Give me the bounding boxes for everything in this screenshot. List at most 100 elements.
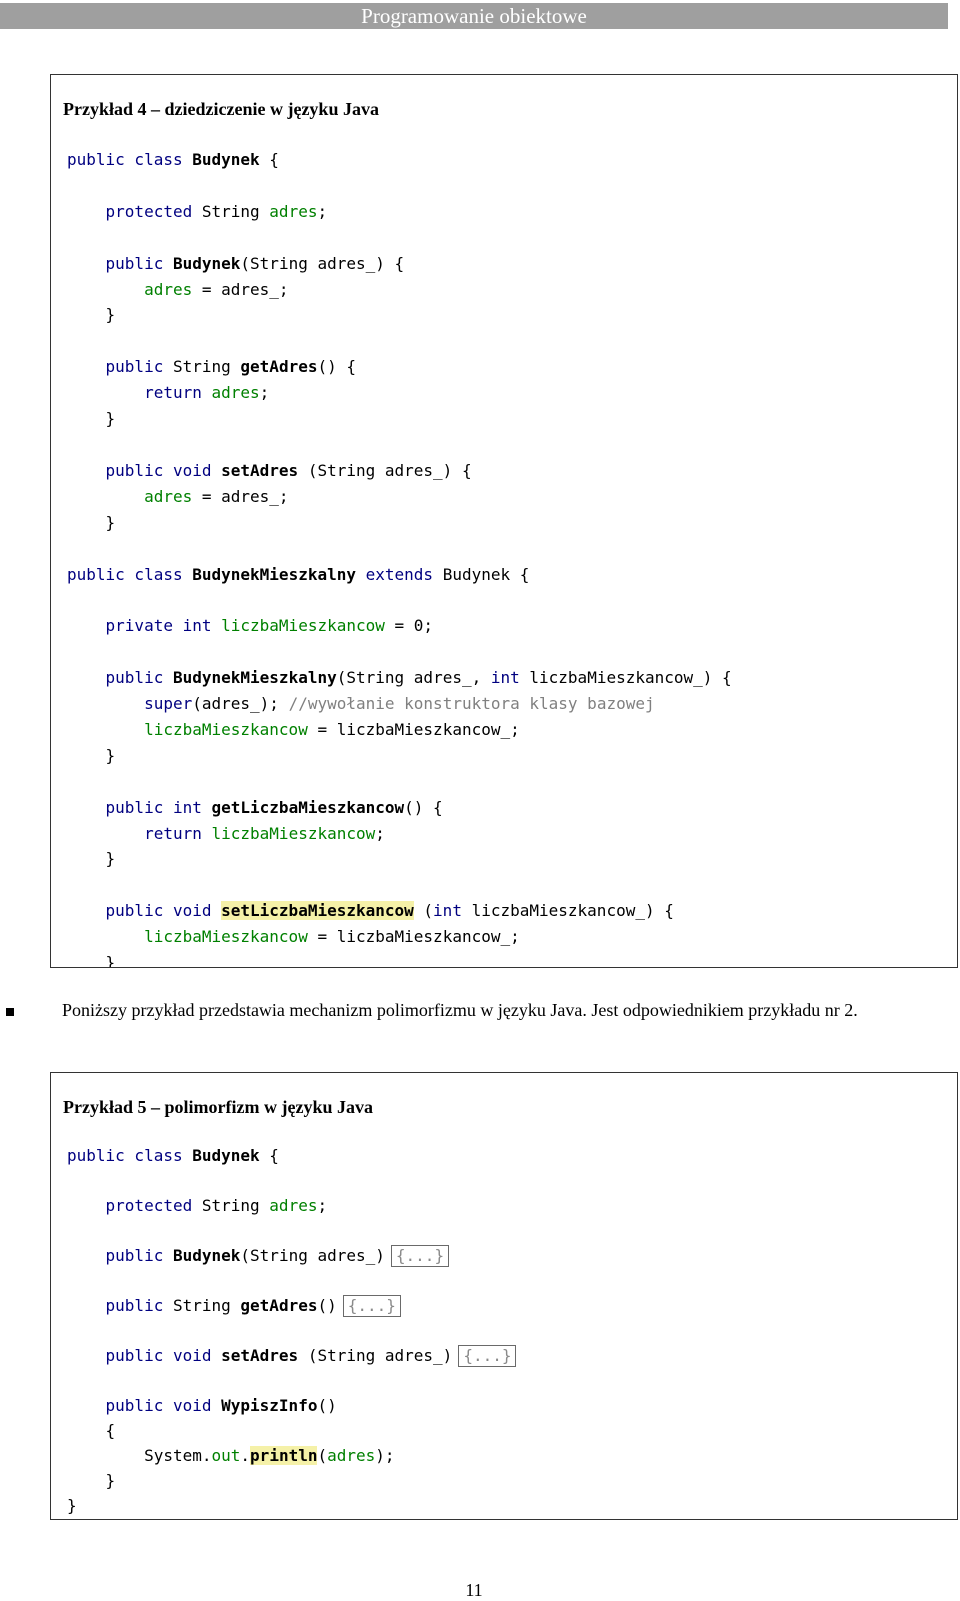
- code-token: public class: [67, 564, 193, 584]
- code-line: }: [67, 1468, 516, 1493]
- code-line: public Budynek(String adres_) {: [67, 251, 732, 277]
- code-token: (String adres_): [240, 1246, 385, 1265]
- code-token: private int: [67, 616, 222, 636]
- code-line: private int liczbaMieszkancow = 0;: [67, 613, 732, 639]
- code-token: extends: [356, 564, 443, 584]
- code-line: return liczbaMieszkancow;: [67, 821, 732, 847]
- code-token: setLiczbaMieszkancow: [221, 901, 414, 921]
- code-token: ;: [259, 383, 270, 403]
- bullet-icon: [6, 1008, 14, 1016]
- code-token: }: [67, 305, 116, 325]
- code-token: {: [67, 1421, 116, 1440]
- code-token: (adres_);: [192, 694, 289, 714]
- code-token: = liczbaMieszkancow_;: [307, 719, 520, 739]
- code-token: .: [240, 1446, 251, 1465]
- code-token: Budynek: [172, 253, 241, 273]
- code-line: }: [67, 743, 732, 769]
- code-token: }: [67, 1496, 77, 1515]
- code-line: public String getAdres() {: [67, 354, 732, 380]
- header-title: Programowanie obiektowe: [361, 4, 587, 28]
- code-token: adres: [67, 486, 193, 506]
- code-token: public void: [67, 1396, 222, 1415]
- code-token: WypiszInfo: [221, 1396, 318, 1415]
- code-line: public void WypiszInfo(): [67, 1393, 516, 1418]
- code-token: public int: [67, 797, 212, 817]
- code-token: public void: [67, 460, 222, 480]
- collapsed-block: {...}: [342, 1295, 401, 1317]
- code-token: adres: [269, 201, 318, 221]
- code-token: (String adres_): [298, 1346, 453, 1365]
- code-line: adres = adres_;: [67, 277, 732, 303]
- code-token: ;: [375, 823, 385, 843]
- code-token: setAdres: [221, 460, 299, 480]
- code-token: //wywołanie konstruktora klasy bazowej: [288, 694, 655, 714]
- collapsed-block: {...}: [458, 1345, 517, 1367]
- code-token: (String adres_,: [336, 668, 491, 688]
- code-token: return: [67, 823, 212, 843]
- code-token: protected: [67, 1196, 202, 1215]
- code-token: (String adres_) {: [240, 253, 405, 273]
- code-token: Budynek: [172, 1246, 241, 1265]
- code-token: = adres_;: [192, 279, 289, 299]
- code-token: public class: [67, 1146, 193, 1165]
- code-token: ;: [317, 1196, 328, 1215]
- code-line: public void setLiczbaMieszkancow (int li…: [67, 898, 732, 924]
- code-token: }: [67, 849, 116, 869]
- code-token: (: [413, 901, 434, 921]
- code-line: }: [67, 950, 732, 967]
- code-token: setAdres: [221, 1346, 299, 1365]
- code-token: getLiczbaMieszkancow: [211, 797, 405, 817]
- code-line: }: [67, 406, 732, 432]
- code-line: protected String adres;: [67, 199, 732, 225]
- code-token: }: [67, 409, 116, 429]
- code-token: getAdres: [240, 357, 318, 377]
- page-number: 11: [465, 1580, 483, 1600]
- code-token: public void: [67, 1346, 222, 1365]
- code-line: }: [67, 1493, 516, 1518]
- code-line: {: [67, 1418, 516, 1443]
- code-line: }: [67, 510, 732, 536]
- code-token: protected: [67, 201, 202, 221]
- code-token: liczbaMieszkancow_) {: [471, 901, 674, 921]
- paragraph: Poniższy przykład przedstawia mechanizm …: [0, 1000, 960, 1030]
- code-token: getAdres: [240, 1296, 318, 1315]
- code-token: }: [67, 1471, 116, 1490]
- example-4-code: public class Budynek { protected String …: [67, 147, 732, 967]
- code-token: (: [317, 1446, 328, 1465]
- code-token: String: [201, 201, 270, 221]
- code-token: adres: [67, 279, 193, 299]
- code-token: = 0;: [384, 616, 434, 636]
- code-token: adres: [327, 1446, 376, 1465]
- code-token: liczbaMieszkancow: [67, 719, 308, 739]
- code-token: BudynekMieszkalny: [172, 668, 337, 688]
- code-line: public String getAdres() {...}: [67, 1293, 516, 1318]
- code-line: public Budynek(String adres_) {...}: [67, 1243, 516, 1268]
- code-token: adres: [269, 1196, 318, 1215]
- code-token: {: [259, 150, 279, 169]
- code-token: Budynek {: [442, 564, 530, 584]
- code-token: (): [317, 1296, 337, 1315]
- code-token: String: [172, 357, 241, 377]
- code-token: liczbaMieszkancow: [67, 927, 308, 947]
- code-line: public void setAdres (String adres_) {...…: [67, 1343, 517, 1368]
- code-token: = adres_;: [192, 486, 289, 506]
- code-token: super: [67, 694, 193, 714]
- example-4-title: Przykład 4 – dziedziczenie w języku Java: [63, 99, 379, 119]
- code-line: liczbaMieszkancow = liczbaMieszkancow_;: [67, 717, 732, 743]
- code-line: protected String adres;: [67, 1193, 516, 1218]
- code-token: public: [67, 1296, 173, 1315]
- code-token: String: [172, 1296, 241, 1315]
- code-token: public: [67, 1246, 173, 1265]
- code-token: out: [211, 1446, 241, 1465]
- code-line: public BudynekMieszkalny(String adres_, …: [67, 665, 732, 691]
- code-line: public class Budynek {: [67, 1143, 516, 1168]
